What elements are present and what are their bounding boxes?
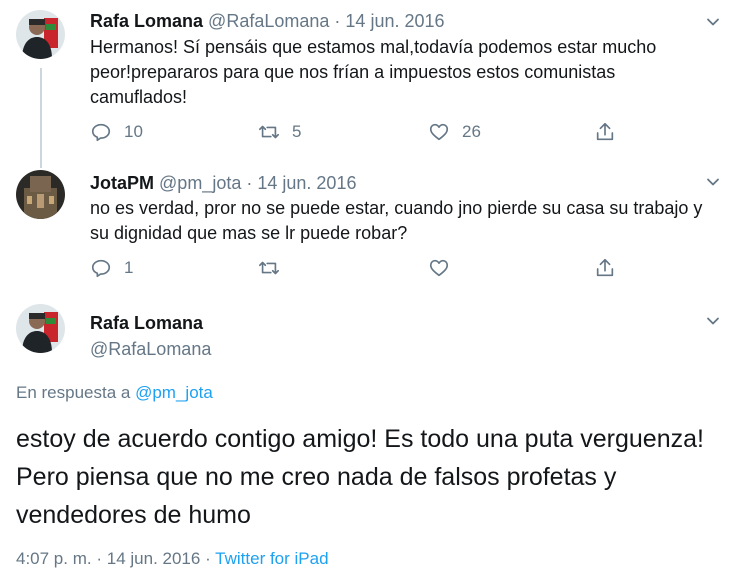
separator: · (205, 549, 211, 568)
reply-prefix: En respuesta a (16, 383, 131, 402)
tweet-meta: 4:07 p. m. · 14 jun. 2016 · Twitter for … (16, 548, 329, 570)
author-name[interactable]: Rafa Lomana (90, 312, 203, 334)
tweet-text: estoy de acuerdo contigo amigo! Es todo … (16, 425, 704, 529)
avatar[interactable] (16, 304, 65, 353)
tweet-time[interactable]: 4:07 p. m. (16, 549, 92, 568)
reply-context: En respuesta a @pm_jota (16, 382, 213, 404)
reply-mention-link[interactable]: @pm_jota (135, 383, 213, 402)
chevron-down-icon[interactable] (705, 313, 721, 329)
author-handle[interactable]: @RafaLomana (90, 338, 211, 360)
main-tweet: Rafa Lomana @RafaLomana En respuesta a @… (0, 0, 739, 580)
tweet-source-link[interactable]: Twitter for iPad (215, 549, 328, 568)
tweet-date[interactable]: 14 jun. 2016 (107, 549, 201, 568)
separator: · (96, 549, 103, 568)
